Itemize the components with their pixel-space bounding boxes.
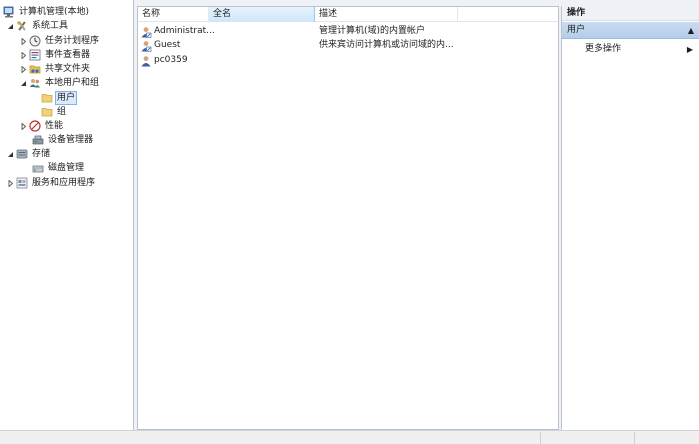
tree-item-shared-folders[interactable]: 共享文件夹 bbox=[19, 62, 133, 76]
status-divider bbox=[540, 432, 541, 444]
actions-section-users[interactable]: 用户 ▲ bbox=[562, 22, 699, 39]
collapsed-arrow-icon[interactable] bbox=[6, 179, 15, 188]
tree-label: 共享文件夹 bbox=[45, 64, 91, 74]
user-icon bbox=[140, 55, 152, 67]
user-name: Administrat... bbox=[154, 26, 215, 36]
tree-item-performance[interactable]: 性能 bbox=[19, 119, 133, 133]
tree-label: 性能 bbox=[45, 121, 64, 131]
column-header-name[interactable]: 名称 bbox=[138, 7, 209, 22]
tree-item-local-users-and-groups[interactable]: 本地用户和组 bbox=[19, 76, 133, 90]
column-header-description[interactable]: 描述 bbox=[315, 7, 458, 22]
user-icon bbox=[140, 26, 152, 38]
tree-label: 组 bbox=[57, 107, 67, 117]
collapsed-arrow-icon[interactable] bbox=[19, 65, 28, 74]
tree-item-groups[interactable]: 组 bbox=[40, 105, 133, 119]
tree-item-storage[interactable]: 存储 bbox=[6, 147, 133, 161]
collapsed-arrow-icon[interactable] bbox=[19, 51, 28, 60]
tree-item-services-and-applications[interactable]: 服务和应用程序 bbox=[6, 176, 133, 190]
more-actions-label: 更多操作 bbox=[585, 44, 622, 54]
submenu-arrow-icon: ▶ bbox=[686, 45, 693, 54]
services-icon bbox=[16, 177, 28, 189]
collapsed-arrow-icon[interactable] bbox=[19, 37, 28, 46]
tree-label: 用户 bbox=[55, 91, 78, 105]
table-row[interactable]: pc0359 bbox=[138, 53, 558, 68]
tree-label: 系统工具 bbox=[32, 21, 69, 31]
performance-icon bbox=[29, 120, 41, 132]
collapsed-arrow-icon[interactable] bbox=[19, 122, 28, 131]
expanded-arrow-icon[interactable] bbox=[6, 150, 15, 159]
tree-item-disk-management[interactable]: 磁盘管理 bbox=[31, 161, 133, 175]
tree-label: 本地用户和组 bbox=[45, 78, 100, 88]
more-actions-item[interactable]: 更多操作 ▶ bbox=[562, 42, 699, 57]
users-group-icon bbox=[29, 77, 41, 89]
expanded-arrow-icon[interactable] bbox=[6, 22, 15, 31]
expanded-arrow-icon[interactable] bbox=[19, 79, 28, 88]
user-description: 管理计算机(域)的内置帐户 bbox=[319, 26, 426, 36]
table-row[interactable]: Guest 供来宾访问计算机或访问域的内... bbox=[138, 38, 558, 53]
tools-icon bbox=[16, 20, 28, 32]
actions-pane: 操作 用户 ▲ 更多操作 ▶ bbox=[561, 6, 699, 430]
user-description bbox=[319, 53, 557, 68]
device-manager-icon bbox=[32, 134, 44, 146]
tree-label: 任务计划程序 bbox=[45, 36, 100, 46]
user-icon bbox=[140, 40, 152, 52]
tree-item-users[interactable]: 用户 bbox=[40, 91, 133, 105]
status-bar bbox=[0, 430, 699, 444]
tree-label: 磁盘管理 bbox=[48, 163, 85, 173]
computer-management-window: 计算机管理(本地) 系统工具 任务计划程序 事件查看器 共享文件夹 本地用户和组… bbox=[0, 0, 699, 444]
tree-item-computer-management[interactable]: 计算机管理(本地) bbox=[2, 5, 133, 19]
tree-label: 存储 bbox=[32, 149, 51, 159]
tree-label: 事件查看器 bbox=[45, 50, 91, 60]
user-name: Guest bbox=[154, 40, 181, 50]
actions-title: 操作 bbox=[562, 6, 699, 21]
event-viewer-icon bbox=[29, 49, 41, 61]
console-tree[interactable]: 计算机管理(本地) 系统工具 任务计划程序 事件查看器 共享文件夹 本地用户和组… bbox=[0, 0, 134, 430]
tree-item-event-viewer[interactable]: 事件查看器 bbox=[19, 48, 133, 62]
tree-label: 计算机管理(本地) bbox=[19, 7, 90, 17]
computer-management-icon bbox=[3, 6, 15, 18]
status-divider bbox=[634, 432, 635, 444]
storage-icon bbox=[16, 148, 28, 160]
clock-icon bbox=[29, 35, 41, 47]
section-label: 用户 bbox=[567, 25, 586, 35]
tree-label: 设备管理器 bbox=[48, 135, 94, 145]
tree-item-system-tools[interactable]: 系统工具 bbox=[6, 19, 133, 33]
tree-item-device-manager[interactable]: 设备管理器 bbox=[31, 133, 133, 147]
tree-item-task-scheduler[interactable]: 任务计划程序 bbox=[19, 34, 133, 48]
tree-label: 服务和应用程序 bbox=[32, 178, 96, 188]
user-name: pc0359 bbox=[154, 55, 188, 65]
shared-folder-icon bbox=[29, 63, 41, 75]
user-description: 供来宾访问计算机或访问域的内... bbox=[319, 40, 454, 50]
users-list-view[interactable]: 名称 全名 描述 Administrat... 管理计算机(域)的内置帐户 Gu… bbox=[137, 6, 559, 430]
folder-icon bbox=[41, 92, 53, 104]
collapse-up-icon[interactable]: ▲ bbox=[688, 22, 694, 39]
list-header: 名称 全名 描述 bbox=[138, 7, 558, 22]
column-header-full-name[interactable]: 全名 bbox=[209, 7, 315, 22]
folder-icon bbox=[41, 106, 53, 118]
disk-icon bbox=[32, 162, 44, 174]
table-row[interactable]: Administrat... 管理计算机(域)的内置帐户 bbox=[138, 24, 558, 39]
